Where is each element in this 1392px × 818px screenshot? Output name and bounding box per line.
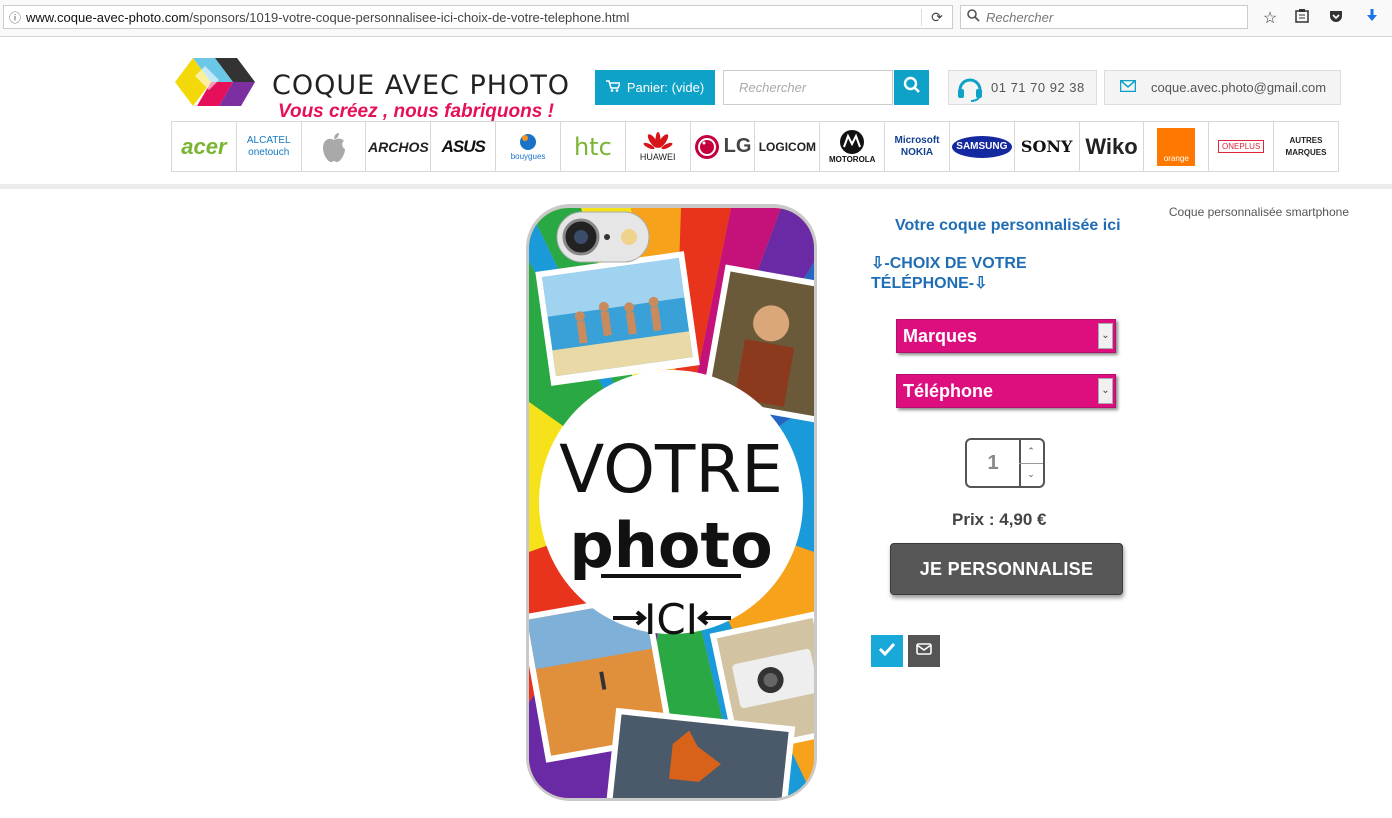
quantity-stepper[interactable]: 1 ⌃ ⌄ xyxy=(965,438,1045,488)
phone-select[interactable]: Téléphone ⌄ xyxy=(896,374,1116,408)
product-price: Prix : 4,90 € xyxy=(952,510,1047,529)
cart-label: Panier: (vide) xyxy=(626,80,705,95)
apple-logo-icon xyxy=(322,132,345,162)
brand-htc[interactable]: htc xyxy=(561,122,626,171)
brand-orange[interactable]: orange xyxy=(1144,122,1210,171)
share-email-button[interactable] xyxy=(908,635,940,667)
search-placeholder: Rechercher xyxy=(986,9,1054,25)
envelope-icon xyxy=(1105,79,1151,96)
brand-nokia[interactable]: Microsoft NOKIA xyxy=(885,122,950,171)
bookmark-star-icon[interactable]: ☆ xyxy=(1260,8,1280,27)
checkmark-icon xyxy=(878,642,896,661)
email-contact[interactable]: coque.avec.photo@gmail.com xyxy=(1104,70,1341,105)
address-bar[interactable]: ⓘ www.coque-avec-photo.com/sponsors/1019… xyxy=(3,5,953,29)
brand-asus[interactable]: ASUS xyxy=(431,122,497,171)
brand-wiko[interactable]: Wiko xyxy=(1080,122,1145,171)
site-tagline: Vous créez , nous fabriquons ! xyxy=(278,101,554,122)
brand-samsung[interactable]: SAMSUNG xyxy=(950,122,1015,171)
browser-toolbar: ⓘ www.coque-avec-photo.com/sponsors/1019… xyxy=(0,0,1392,37)
brand-apple[interactable] xyxy=(302,122,367,171)
huawei-logo-icon xyxy=(643,131,673,149)
site-title: COQUE AVEC PHOTO xyxy=(272,70,571,101)
chevron-down-icon[interactable]: ⌄ xyxy=(1098,323,1113,349)
lg-logo-icon xyxy=(694,134,719,159)
brand-logicom[interactable]: LOGICOM xyxy=(755,122,821,171)
brand-bouygues[interactable]: bouygues xyxy=(496,122,561,171)
brand-lg[interactable]: LG xyxy=(691,122,756,171)
product-image[interactable]: VOTRE photo ICI xyxy=(521,202,820,802)
search-icon xyxy=(903,76,921,99)
brand-sony[interactable]: SONY xyxy=(1015,122,1080,171)
headset-icon xyxy=(949,74,991,102)
email-address: coque.avec.photo@gmail.com xyxy=(1151,80,1327,95)
browser-search-box[interactable]: Rechercher xyxy=(960,5,1248,29)
brand-select[interactable]: Marques ⌄ xyxy=(896,319,1116,353)
info-icon[interactable]: ⓘ xyxy=(4,9,26,26)
envelope-icon xyxy=(916,642,932,660)
cart-icon xyxy=(605,80,621,95)
increment-icon[interactable]: ⌃ xyxy=(1019,440,1043,464)
phone-number: 01 71 70 92 38 xyxy=(991,80,1085,95)
brand-oneplus[interactable]: ONEPLUS xyxy=(1209,122,1275,171)
personalize-button[interactable]: JE PERSONNALISE xyxy=(890,543,1123,595)
brand-motorola[interactable]: MOTOROLA xyxy=(820,122,886,171)
phone-select-value: Téléphone xyxy=(903,381,994,401)
case-text-votre: VOTRE xyxy=(559,431,783,508)
brand-nav: acer ALCATEL onetouch ARCHOS ASUS bouygu… xyxy=(171,121,1339,172)
decrement-icon[interactable]: ⌄ xyxy=(1019,463,1043,486)
url-text[interactable]: www.coque-avec-photo.com/sponsors/1019-v… xyxy=(26,10,921,25)
site-search-button[interactable] xyxy=(894,70,929,105)
case-text-ici: ICI xyxy=(644,595,698,644)
checkmark-button[interactable] xyxy=(871,635,903,667)
brand-huawei[interactable]: HUAWEI xyxy=(626,122,691,171)
case-text-photo: photo xyxy=(569,509,772,582)
chevron-down-icon[interactable]: ⌄ xyxy=(1098,378,1113,404)
breadcrumb[interactable]: Coque personnalisée smartphone xyxy=(1169,205,1349,219)
search-icon xyxy=(967,9,980,25)
download-icon[interactable] xyxy=(1362,8,1382,26)
quantity-input[interactable]: 1 xyxy=(967,440,1021,486)
bouygues-logo-icon xyxy=(520,134,537,150)
product-title: Votre coque personnalisée ici xyxy=(895,217,1121,234)
reading-list-icon[interactable] xyxy=(1292,8,1312,26)
cart-button[interactable]: Panier: (vide) xyxy=(595,70,715,105)
brand-select-value: Marques xyxy=(903,326,978,346)
reload-icon[interactable]: ⟳ xyxy=(921,8,952,26)
site-logo-icon[interactable] xyxy=(171,52,259,108)
pocket-icon[interactable] xyxy=(1326,8,1346,26)
choose-phone-heading: ⇩-CHOIX DE VOTRE TÉLÉPHONE-⇩ xyxy=(871,255,1027,292)
brand-acer[interactable]: acer xyxy=(172,122,237,171)
brand-alcatel[interactable]: ALCATEL onetouch xyxy=(237,122,302,171)
brand-archos[interactable]: ARCHOS xyxy=(366,122,432,171)
site-search-input[interactable]: Rechercher xyxy=(723,70,893,105)
brand-others[interactable]: AUTRES MARQUES xyxy=(1274,122,1338,171)
motorola-logo-icon xyxy=(840,130,865,154)
phone-contact[interactable]: 01 71 70 92 38 xyxy=(948,70,1097,105)
